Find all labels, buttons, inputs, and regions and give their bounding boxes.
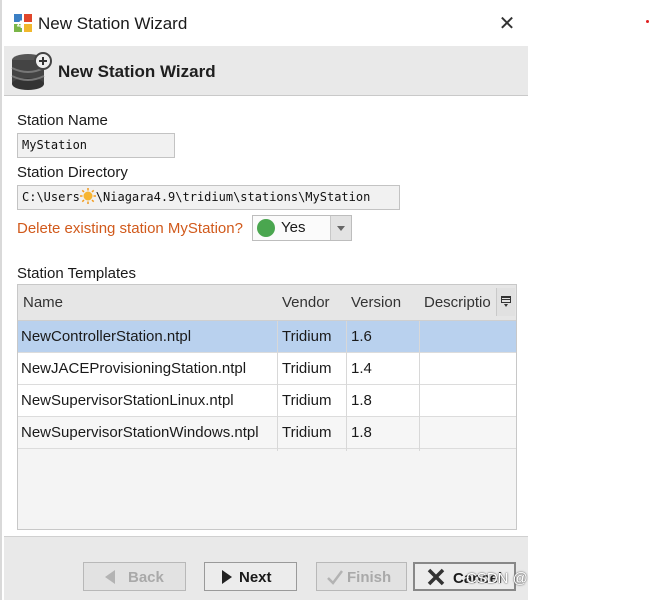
template-vendor: Tridium — [282, 392, 332, 409]
template-version: 1.8 — [351, 424, 372, 441]
wizard-heading: New Station Wizard — [58, 62, 216, 81]
column-header-version[interactable]: Version — [351, 294, 401, 311]
column-header-vendor[interactable]: Vendor — [282, 294, 330, 311]
station-directory-label: Station Directory — [17, 164, 128, 181]
wizard-content: Station Name MyStation Station Directory… — [4, 96, 528, 536]
back-button[interactable]: Back — [83, 562, 186, 591]
column-divider — [419, 321, 420, 451]
table-row[interactable]: NewSupervisorStationWindows.ntpl Tridium… — [18, 417, 516, 449]
chevron-down-icon[interactable] — [330, 216, 351, 240]
niagara-app-icon: 4 — [14, 14, 32, 32]
title-bar: 4 New Station Wizard ✕ — [2, 0, 528, 46]
cancel-x-icon — [427, 568, 445, 586]
template-version: 1.8 — [351, 392, 372, 409]
sun-emoji-icon — [79, 188, 96, 204]
table-row[interactable]: NewSupervisorStationLinux.ntpl Tridium 1… — [18, 385, 516, 417]
wizard-dialog: 4 New Station Wizard ✕ New Station Wizar… — [2, 0, 528, 600]
station-name-label: Station Name — [17, 112, 108, 129]
template-name: NewControllerStation.ntpl — [21, 328, 192, 345]
table-menu-icon — [501, 296, 511, 307]
database-add-icon — [11, 52, 52, 90]
finish-button[interactable]: Finish — [316, 562, 407, 591]
delete-existing-label: Delete existing station MyStation? — [17, 220, 243, 237]
table-header: Name Vendor Version Descriptio — [18, 285, 516, 321]
template-version: 1.4 — [351, 360, 372, 377]
template-name: NewSupervisorStationWindows.ntpl — [21, 424, 259, 441]
table-row[interactable]: NewJACEProvisioningStation.ntpl Tridium … — [18, 353, 516, 385]
green-status-icon — [257, 219, 275, 237]
template-name: NewSupervisorStationLinux.ntpl — [21, 392, 234, 409]
delete-existing-dropdown[interactable]: Yes — [252, 215, 352, 241]
station-name-field[interactable]: MyStation — [17, 133, 175, 158]
wizard-header: New Station Wizard — [4, 46, 528, 96]
template-name: NewJACEProvisioningStation.ntpl — [21, 360, 247, 377]
column-chooser-button[interactable] — [496, 288, 515, 316]
column-header-description[interactable]: Descriptio — [424, 294, 491, 311]
next-button-label: Next — [239, 569, 272, 586]
column-header-name[interactable]: Name — [23, 294, 63, 311]
back-button-label: Back — [128, 569, 164, 586]
station-templates-label: Station Templates — [17, 265, 136, 282]
station-directory-field[interactable]: C:\Users \Niagara4.9\tridium\stations\MyS… — [17, 185, 400, 210]
watermark: CSDN @ — [466, 570, 528, 587]
next-button[interactable]: Next — [204, 562, 297, 591]
column-divider — [346, 321, 347, 451]
finish-button-label: Finish — [347, 569, 392, 586]
delete-existing-value: Yes — [281, 219, 306, 236]
svg-text:4: 4 — [17, 19, 24, 31]
column-divider — [277, 321, 278, 451]
template-vendor: Tridium — [282, 328, 332, 345]
template-vendor: Tridium — [282, 360, 332, 377]
next-arrow-icon — [222, 570, 232, 584]
wizard-footer: Back Next Finish Cancel — [4, 536, 528, 600]
template-version: 1.6 — [351, 328, 372, 345]
red-dot — [646, 20, 649, 23]
checkmark-icon — [327, 570, 343, 585]
close-button[interactable]: ✕ — [496, 13, 518, 35]
back-arrow-icon — [105, 570, 115, 584]
template-vendor: Tridium — [282, 424, 332, 441]
window-title: New Station Wizard — [38, 14, 188, 33]
table-row[interactable]: NewControllerStation.ntpl Tridium 1.6 — [18, 321, 516, 353]
directory-prefix: C:\Users — [22, 190, 80, 204]
templates-table: Name Vendor Version Descriptio NewContro… — [17, 284, 517, 530]
directory-suffix: \Niagara4.9\tridium\stations\MyStation — [95, 190, 371, 204]
